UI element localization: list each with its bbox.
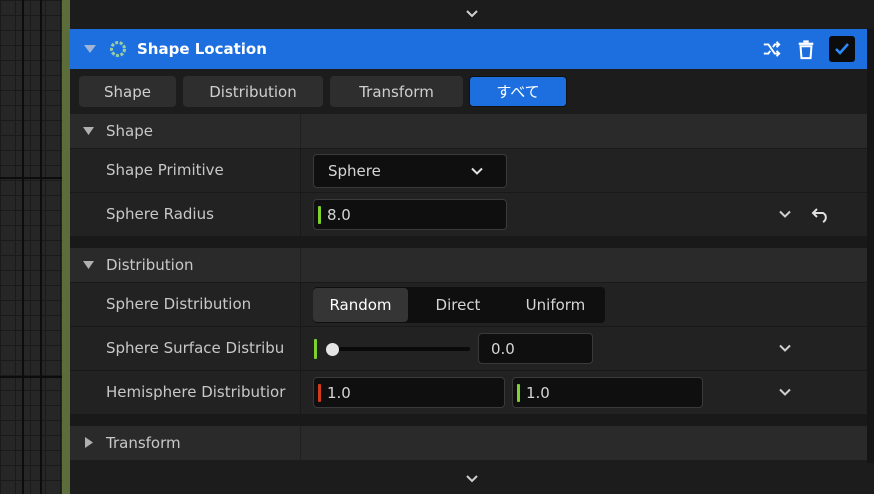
gear-icon (110, 41, 126, 57)
value-marker (318, 383, 321, 402)
chevron-down-icon[interactable] (778, 210, 792, 219)
checkmark-icon (835, 43, 849, 55)
collapse-triangle-icon (83, 127, 94, 135)
property-label: Hemisphere Distributior (106, 383, 286, 401)
hemisphere-x-input[interactable]: 1.0 (313, 377, 505, 408)
tab-all[interactable]: すべて (469, 76, 567, 107)
collapse-triangle-icon (83, 261, 94, 269)
chevron-down-icon (471, 167, 483, 175)
section-spacer (70, 236, 867, 248)
expand-triangle-icon (85, 437, 93, 448)
scroll-up-chevron[interactable] (70, 0, 874, 28)
grid-major-line (22, 0, 24, 494)
slider-thumb[interactable] (326, 343, 339, 356)
scroll-down-chevron[interactable] (70, 464, 874, 494)
column-divider (300, 248, 301, 282)
tab-shape[interactable]: Shape (79, 76, 176, 107)
hemisphere-y-input[interactable]: 1.0 (512, 377, 703, 408)
module-accent-bar (62, 0, 70, 494)
property-row-sphere-radius: Sphere Radius 8.0 (70, 192, 867, 237)
filter-tab-bar: Shape Distribution Transform すべて (70, 69, 867, 114)
tab-transform[interactable]: Transform (330, 76, 463, 107)
shape-primitive-dropdown[interactable]: Sphere (313, 154, 507, 188)
column-divider (300, 283, 301, 327)
property-row-sphere-distribution: Sphere Distribution Random Direct Unifor… (70, 282, 867, 327)
property-row-sphere-surface-distribution: Sphere Surface Distribu 0.0 (70, 326, 867, 371)
chevron-down-icon[interactable] (778, 344, 792, 353)
sphere-radius-input[interactable]: 8.0 (313, 199, 507, 230)
section-spacer (70, 414, 867, 426)
value-marker (318, 205, 321, 224)
input-value: 1.0 (327, 383, 351, 402)
property-label: Shape Primitive (106, 161, 224, 179)
input-value: 1.0 (526, 383, 550, 402)
value-marker (517, 383, 520, 402)
collapse-triangle-icon[interactable] (83, 43, 97, 55)
module-header[interactable]: Shape Location (70, 29, 867, 69)
tab-distribution[interactable]: Distribution (183, 76, 323, 107)
enabled-checkbox[interactable] (829, 36, 855, 62)
property-label: Sphere Distribution (106, 295, 252, 313)
option-uniform[interactable]: Uniform (508, 288, 603, 322)
property-label: Sphere Surface Distribu (106, 339, 285, 357)
reset-arrow-icon[interactable] (811, 207, 831, 223)
grid-major-line (0, 376, 62, 378)
chevron-down-icon[interactable] (778, 388, 792, 397)
section-label: Distribution (106, 256, 194, 274)
section-transform-header[interactable]: Transform (70, 426, 867, 460)
option-random[interactable]: Random (313, 288, 408, 322)
input-value: 8.0 (327, 205, 351, 224)
column-divider (300, 426, 301, 460)
option-direct[interactable]: Direct (408, 288, 508, 322)
module-title: Shape Location (137, 40, 267, 58)
surface-distribution-slider[interactable] (326, 347, 470, 351)
grid-major-line (0, 177, 62, 179)
section-distribution-header[interactable]: Distribution (70, 248, 867, 282)
grid-major-line (40, 0, 42, 494)
section-shape-header[interactable]: Shape (70, 114, 867, 148)
property-label: Sphere Radius (106, 205, 214, 223)
surface-distribution-input[interactable]: 0.0 (478, 333, 593, 364)
scrollbar[interactable] (867, 29, 874, 463)
delete-button[interactable] (795, 38, 817, 60)
column-divider (300, 327, 301, 371)
details-panel: Shape Location Shape Distribution Transf… (70, 0, 874, 494)
graph-grid-background (0, 0, 62, 494)
chevron-down-icon (466, 475, 478, 483)
trash-icon (798, 40, 814, 60)
value-marker (314, 339, 317, 359)
property-row-hemisphere-distribution: Hemisphere Distributior 1.0 1.0 (70, 370, 867, 415)
section-label: Transform (106, 434, 181, 452)
input-value: 0.0 (491, 339, 515, 358)
property-row-shape-primitive: Shape Primitive Sphere (70, 148, 867, 193)
column-divider (300, 114, 301, 148)
sphere-distribution-segmented: Random Direct Uniform (313, 287, 605, 323)
dropdown-value: Sphere (328, 162, 381, 180)
column-divider (300, 193, 301, 237)
shuffle-button[interactable] (761, 38, 783, 60)
shuffle-icon (763, 41, 781, 57)
column-divider (300, 371, 301, 415)
section-label: Shape (106, 122, 153, 140)
column-divider (300, 149, 301, 193)
chevron-down-icon (466, 10, 478, 18)
